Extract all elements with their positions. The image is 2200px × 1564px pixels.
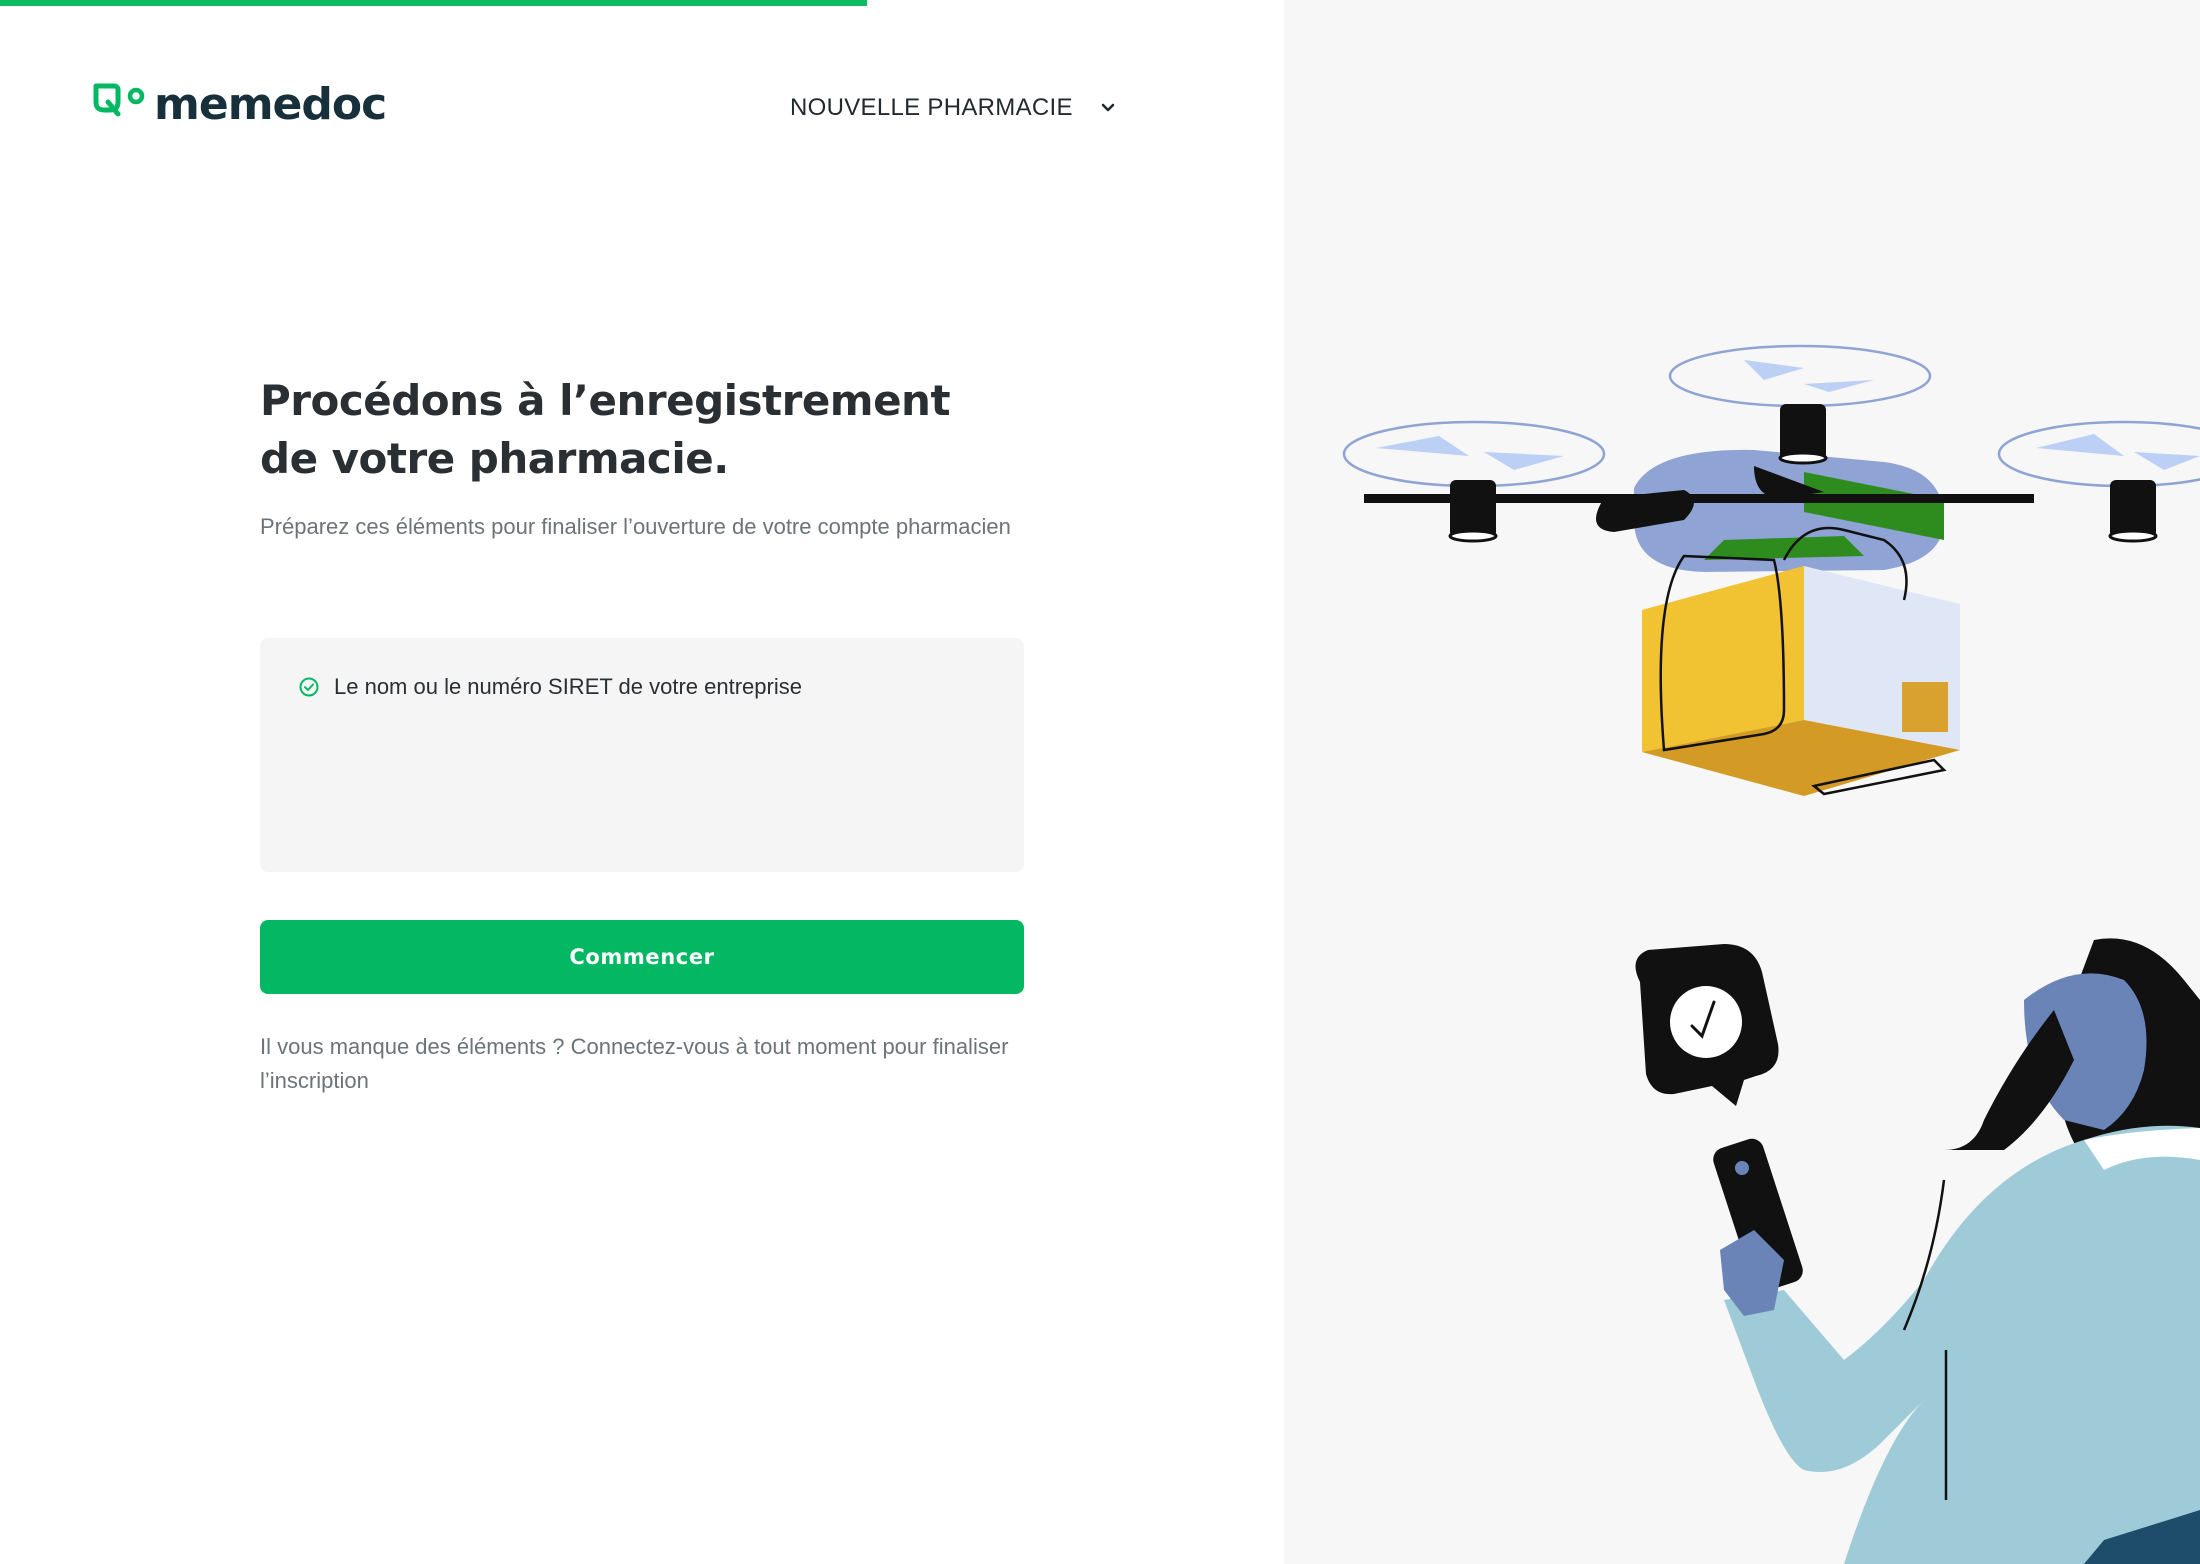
- chevron-down-icon: [1101, 103, 1115, 112]
- brand-name: memedoc: [154, 78, 387, 130]
- drone-illustration: [1342, 344, 2200, 796]
- notification-bubble-illustration: [1635, 944, 1779, 1106]
- checklist-item-label: Le nom ou le numéro SIRET de votre entre…: [334, 674, 802, 699]
- pharmacy-selector-label: NOUVELLE PHARMACIE: [790, 94, 1073, 121]
- login-later-note: Il vous manque des éléments ? Connectez-…: [260, 1034, 1009, 1093]
- page-title-line-1: Procédons à l’enregistrement: [260, 376, 951, 425]
- start-button[interactable]: Commencer: [260, 920, 1024, 994]
- progress-bar: [0, 0, 867, 6]
- page-title-line-2: de votre pharmacie.: [260, 434, 729, 483]
- memedoc-logo[interactable]: memedoc: [92, 78, 387, 130]
- checklist-item: Le nom ou le numéro SIRET de votre entre…: [298, 674, 802, 700]
- page-subtitle: Préparez ces éléments pour finaliser l’o…: [260, 514, 1011, 539]
- check-circle-icon: [299, 677, 319, 697]
- left-pane: memedoc NOUVELLE PHARMACIE Procédons à l…: [0, 0, 1284, 1564]
- illustration-panel: [1284, 0, 2200, 1564]
- progress-track: [0, 0, 1284, 6]
- page-title: Procédons à l’enregistrement de votre ph…: [260, 372, 1060, 488]
- drone-delivery-illustration: [1342, 344, 2200, 1564]
- pharmacy-selector[interactable]: NOUVELLE PHARMACIE: [790, 86, 1117, 130]
- memedoc-logo-icon: [93, 83, 145, 117]
- woman-with-phone-illustration: [1713, 938, 2200, 1564]
- requirements-checklist: Le nom ou le numéro SIRET de votre entre…: [260, 638, 1024, 872]
